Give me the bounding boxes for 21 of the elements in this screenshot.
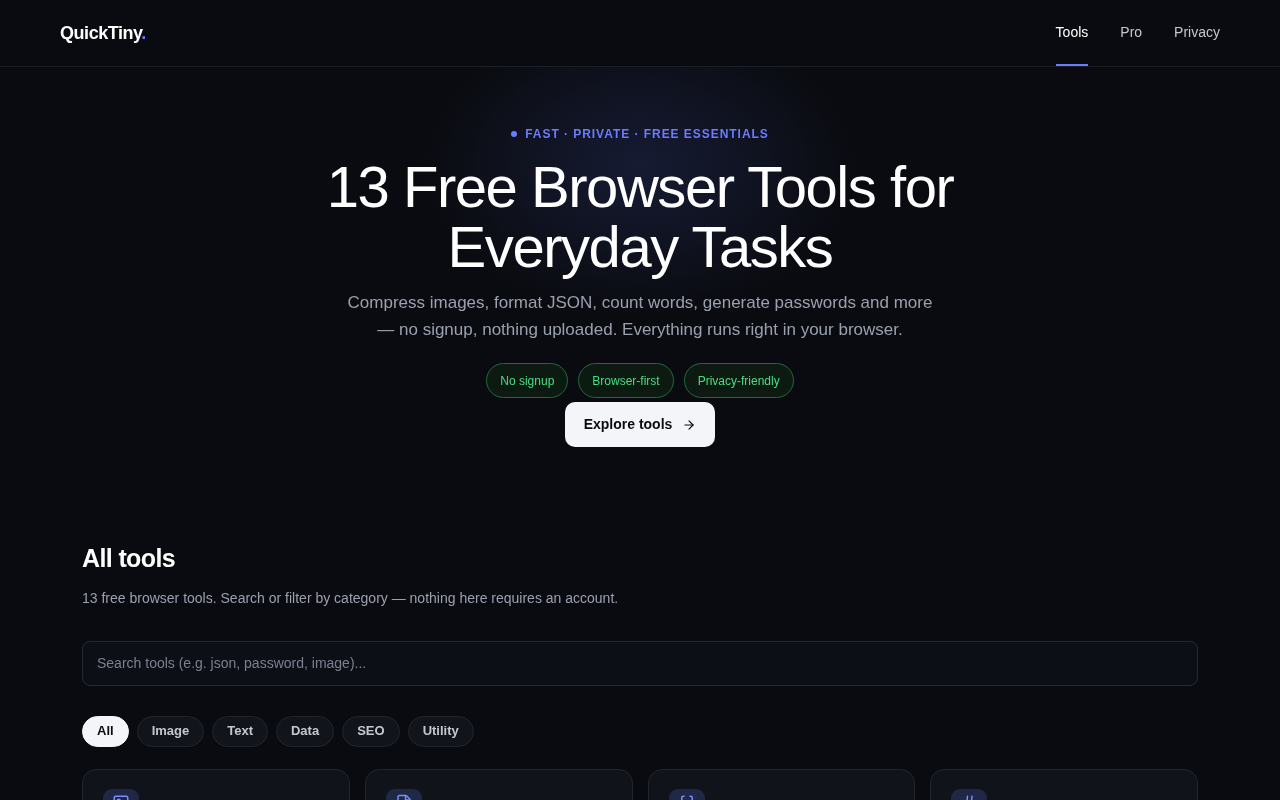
- filter-chip[interactable]: All: [82, 715, 129, 747]
- feature-badge: Browser-first: [578, 363, 674, 398]
- eyebrow-text: FAST · PRIVATE · FREE ESSENTIALS: [525, 126, 769, 143]
- filter-chip[interactable]: SEO: [342, 715, 400, 747]
- hero-subtitle: Compress images, format JSON, count words, generate passwords and more — no signup, nothing uploaded. Everything runs right in your browser.: [346, 292, 934, 341]
- search-field[interactable]: Search tools (e.g. json, password, image)...: [82, 640, 1198, 686]
- arrow-right-icon: [682, 417, 697, 432]
- filter-chip[interactable]: Image: [136, 715, 205, 747]
- brand-logo[interactable]: QuickTiny.: [60, 19, 146, 47]
- nav-link[interactable]: Pro: [1120, 0, 1143, 66]
- filter-chip[interactable]: Data: [275, 715, 335, 747]
- nav-link[interactable]: Privacy: [1174, 0, 1220, 66]
- hero-title: 13 Free Browser Tools for Everyday Tasks: [326, 157, 954, 277]
- explore-tools-button[interactable]: Explore tools: [564, 402, 716, 447]
- filter-chip[interactable]: Text: [212, 715, 268, 747]
- filter-chip[interactable]: Utility: [407, 715, 474, 747]
- feature-badge: No signup: [486, 363, 569, 398]
- section-description: 13 free browser tools. Search or filter by category — nothing here requires an account.: [82, 588, 620, 608]
- section-title: All tools: [82, 543, 176, 574]
- feature-badge: Privacy-friendly: [683, 363, 794, 398]
- nav-link[interactable]: Tools: [1055, 0, 1089, 66]
